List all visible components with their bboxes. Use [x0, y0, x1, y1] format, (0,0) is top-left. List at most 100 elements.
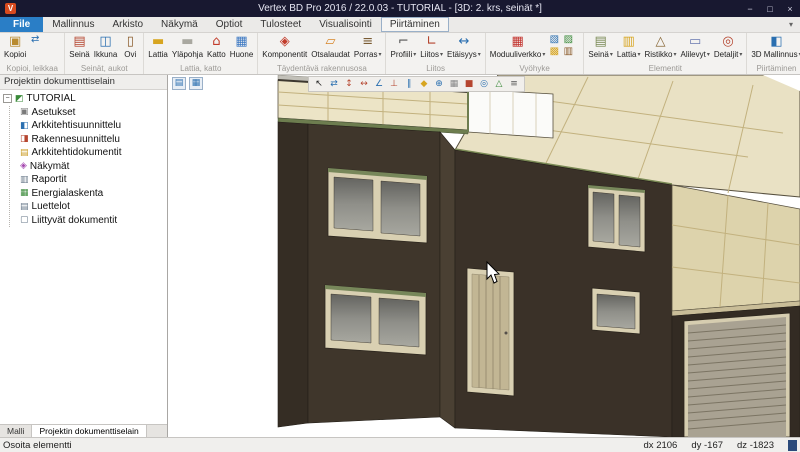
- move-button[interactable]: ⇄: [28, 34, 42, 46]
- ribbon: ▣Kopioi⇄Kopioi, leikkaa▤Seinä◫Ikkuna▯Ovi…: [0, 33, 800, 75]
- tab-piirtaminen[interactable]: Piirtäminen: [381, 17, 449, 32]
- angle-icon[interactable]: ∠: [372, 78, 386, 90]
- intersection-icon[interactable]: ⊕: [432, 78, 446, 90]
- maximize-button[interactable]: □: [760, 1, 780, 16]
- tab-mallinnus[interactable]: Mallinnus: [43, 17, 103, 32]
- button-label: Profiili: [390, 50, 412, 59]
- bay-angled-wall: [440, 132, 455, 428]
- detaljit-button[interactable]: ◎Detaljit▾: [712, 34, 744, 59]
- tree-root[interactable]: −◩TUTORIAL: [1, 92, 166, 106]
- button-label: Detaljit: [714, 50, 738, 59]
- tab-malli[interactable]: Malli: [0, 425, 32, 437]
- tab-projektin-dokumenttiselain[interactable]: Projektin dokumenttiselain: [32, 425, 146, 437]
- tab-tulosteet[interactable]: Tulosteet: [251, 17, 310, 32]
- tree-item-luettelot[interactable]: ▤Luettelot: [18, 200, 166, 214]
- button-labelrow: Kopioi: [4, 50, 26, 59]
- door-icon: ▯: [127, 34, 134, 50]
- alilevyt-button[interactable]: ▭Alilevyt▾: [679, 34, 712, 59]
- tree-item-arkkitehtisuunnittelu[interactable]: ◧Arkkitehtisuunnittelu: [18, 119, 166, 133]
- button-labelrow: Lattia▾: [617, 50, 641, 59]
- tab-visualisointi[interactable]: Visualisointi: [310, 17, 381, 32]
- status-dz: dz -1823: [737, 440, 774, 451]
- ribbon-collapse-icon[interactable]: ▾: [782, 17, 800, 32]
- lattia-button[interactable]: ▥Lattia▾: [615, 34, 643, 59]
- floor-element-icon: ▥: [623, 34, 635, 50]
- komponentit-button[interactable]: ◈Komponentit: [260, 34, 309, 59]
- ikkuna-button[interactable]: ◫Ikkuna: [92, 34, 120, 59]
- tree-item-arkkitehtidokumentit[interactable]: ▤Arkkitehtidokumentit: [18, 146, 166, 160]
- kopioi-button[interactable]: ▣Kopioi: [2, 34, 28, 59]
- etaisyys-button[interactable]: ↔Etäisyys▾: [445, 34, 483, 59]
- ovi-button[interactable]: ▯Ovi: [119, 34, 141, 59]
- zone-b-button[interactable]: ▨: [561, 34, 575, 46]
- tree-item-liittyvat-dokumentit[interactable]: ▢Liittyvät dokumentit: [18, 214, 166, 228]
- katto-button[interactable]: ⌂Katto: [205, 34, 228, 59]
- 3d-mallinnus-button[interactable]: ◧3D Mallinnus▾: [749, 34, 800, 59]
- close-button[interactable]: ×: [780, 1, 800, 16]
- truss-icon: △: [655, 34, 665, 50]
- roof-opening: [468, 89, 553, 138]
- collapse-icon[interactable]: −: [3, 94, 12, 103]
- midpoint-icon[interactable]: ◆: [417, 78, 431, 90]
- zone-c-button[interactable]: ▩: [547, 46, 561, 58]
- center-icon[interactable]: ◎: [477, 78, 491, 90]
- tree-item-rakennesuunnittelu[interactable]: ◨Rakennesuunnittelu: [18, 133, 166, 147]
- button-labelrow: Lattia: [148, 50, 168, 59]
- app-icon[interactable]: V: [5, 3, 16, 14]
- liitos-button[interactable]: ∟Liitos▾: [418, 34, 445, 59]
- otsalaudat-button[interactable]: ▱Otsalaudat: [309, 34, 352, 59]
- building-3d-model[interactable]: [168, 75, 800, 437]
- ristikko-button[interactable]: △Ristikko▾: [642, 34, 678, 59]
- dropdown-arrow-icon: ▾: [637, 51, 640, 58]
- perpendicular-icon[interactable]: ⊥: [387, 78, 401, 90]
- tangent-icon[interactable]: △: [492, 78, 506, 90]
- tree-item-energialaskenta[interactable]: ▦Energialaskenta: [18, 187, 166, 201]
- button-label: Ristikko: [644, 50, 672, 59]
- seina-button[interactable]: ▤Seinä: [67, 34, 91, 59]
- ribbon-group-label: Kopioi, leikkaa: [2, 63, 62, 74]
- tree-item-nakymat[interactable]: ◈Näkymät: [18, 160, 166, 174]
- porras-button[interactable]: ≡Porras▾: [352, 34, 384, 59]
- zone-d-button[interactable]: ▥: [561, 46, 575, 58]
- layers-button[interactable]: ▦: [189, 77, 203, 90]
- grid-snap-icon[interactable]: ▦: [447, 78, 461, 90]
- lattia-button[interactable]: ▬Lattia: [146, 34, 170, 59]
- huone-button[interactable]: ▦Huone: [228, 34, 256, 59]
- minimize-button[interactable]: −: [740, 1, 760, 16]
- tab-file[interactable]: File: [0, 17, 43, 32]
- endpoint-icon[interactable]: ■: [462, 78, 476, 90]
- tab-arkisto[interactable]: Arkisto: [103, 17, 152, 32]
- roof-icon: ⌂: [212, 34, 220, 50]
- model-views-button[interactable]: ▤: [172, 77, 186, 90]
- front-lower-window: [592, 288, 640, 334]
- 3d-model-icon: ◧: [770, 34, 782, 50]
- tab-optiot[interactable]: Optiot: [207, 17, 252, 32]
- ribbon-group-label: Täydentävä rakennusosa: [260, 63, 383, 74]
- measure-horizontal-icon[interactable]: ↔: [357, 78, 371, 90]
- seina-button[interactable]: ▤Seinä▾: [586, 34, 614, 59]
- pointer-icon[interactable]: ↖: [312, 78, 326, 90]
- ylapohja-button[interactable]: ▬Yläpohja: [170, 34, 205, 59]
- level-icon[interactable]: ≡: [507, 78, 521, 90]
- profiili-button[interactable]: ⌐Profiili▾: [388, 34, 418, 59]
- resize-grip[interactable]: [788, 440, 797, 451]
- parallel-icon[interactable]: ∥: [402, 78, 416, 90]
- tree-item-raportit[interactable]: ▥Raportit: [18, 173, 166, 187]
- project-icon: ◩: [15, 94, 24, 104]
- viewport-3d[interactable]: ▤▦ ↖⇄↕↔∠⊥∥◆⊕▦■◎△≡: [168, 75, 800, 437]
- measure-vertical-icon[interactable]: ↕: [342, 78, 356, 90]
- button-labelrow: Ovi: [124, 50, 136, 59]
- moduuliverkko-button[interactable]: ▦Moduuliverkko▾: [488, 34, 548, 59]
- wall-element-icon: ▤: [594, 34, 606, 50]
- ribbon-group-label: Vyöhyke: [488, 63, 582, 74]
- fascia-icon: ▱: [326, 34, 336, 50]
- tree-item-asetukset[interactable]: ▣Asetukset: [18, 106, 166, 120]
- status-prompt: Osoita elementti: [3, 440, 72, 451]
- zone-a-button[interactable]: ▧: [547, 34, 561, 46]
- refresh-icon[interactable]: ⇄: [327, 78, 341, 90]
- button-label: Lattia: [617, 50, 637, 59]
- views-icon: ◈: [20, 161, 27, 171]
- ribbon-group-taydentava-rakennusosa: ◈Komponentit▱Otsalaudat≡Porras▾ Täydentäv…: [258, 33, 386, 74]
- bay-left-wall: [278, 122, 308, 427]
- tab-nakyma[interactable]: Näkymä: [152, 17, 207, 32]
